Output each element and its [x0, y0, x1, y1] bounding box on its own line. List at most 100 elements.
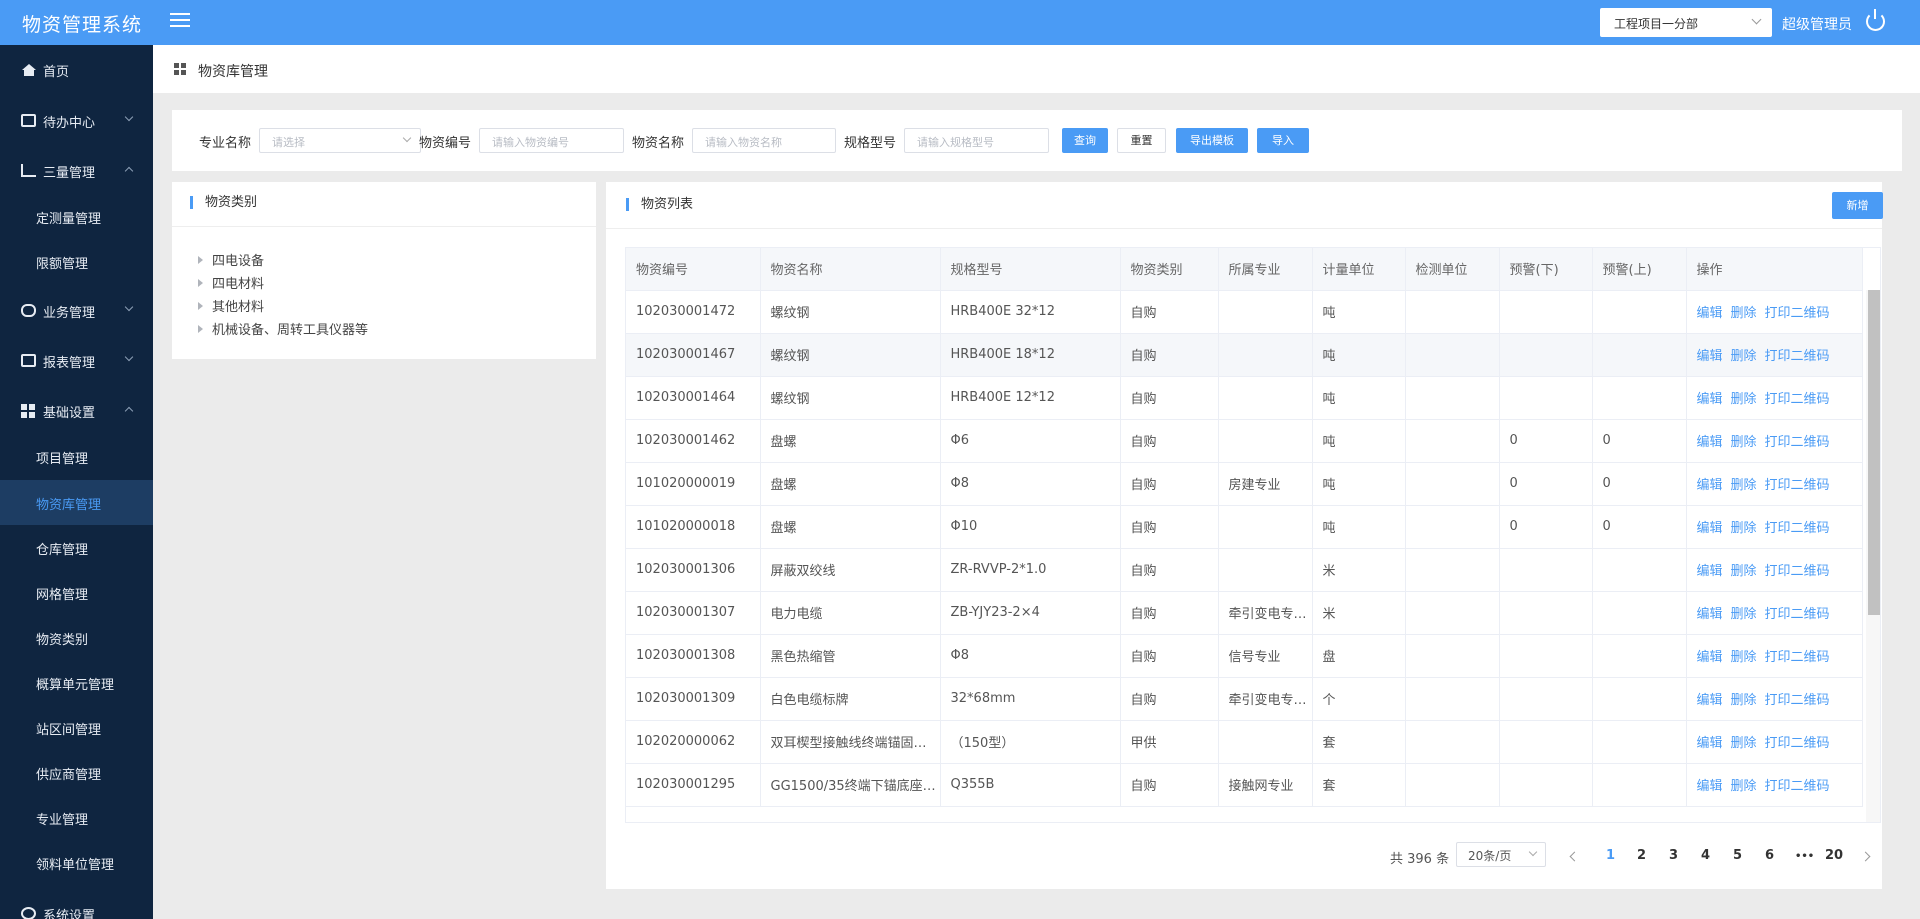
tree-item[interactable]: 其他材料 — [198, 296, 264, 315]
name-input[interactable]: 请输入物资名称 — [692, 128, 836, 153]
print-qr-link[interactable]: 打印二维码 — [1765, 650, 1830, 665]
prev-page-icon[interactable] — [1569, 851, 1580, 862]
menu-toggle-icon[interactable] — [170, 13, 190, 31]
page-button[interactable]: 2 — [1637, 848, 1646, 863]
table-scrollbar[interactable] — [1866, 290, 1880, 822]
table-row[interactable]: 102030001309 白色电缆标牌 32*68mm 自购 牵引变电专… 个 编辑 删除 打印… — [626, 677, 1863, 721]
edit-link[interactable]: 编辑 — [1697, 650, 1723, 665]
delete-link[interactable]: 删除 — [1731, 607, 1757, 622]
sidebar-item-business[interactable]: 业务管理 — [0, 288, 153, 333]
table-row[interactable]: 102030001295 GG1500/35终端下锚底座(… Q355B 自购 接触网专… — [626, 763, 1863, 807]
table-row[interactable]: 102030001472 螺纹钢 HRB400E 32*12 自购 吨 编辑 删除 打印二维码 — [626, 290, 1863, 334]
print-qr-link[interactable]: 打印二维码 — [1765, 349, 1830, 364]
delete-link[interactable]: 删除 — [1731, 650, 1757, 665]
sidebar-item-category[interactable]: 物资类别 — [0, 615, 153, 660]
tree-item[interactable]: 四电设备 — [198, 250, 264, 269]
sidebar-item-report[interactable]: 报表管理 — [0, 338, 153, 383]
print-qr-link[interactable]: 打印二维码 — [1765, 392, 1830, 407]
edit-link[interactable]: 编辑 — [1697, 306, 1723, 321]
sidebar-item-quota[interactable]: 限额管理 — [0, 239, 153, 284]
query-button[interactable]: 查询 — [1062, 128, 1108, 153]
edit-link[interactable]: 编辑 — [1697, 521, 1723, 536]
print-qr-link[interactable]: 打印二维码 — [1765, 521, 1830, 536]
print-qr-link[interactable]: 打印二维码 — [1765, 478, 1830, 493]
tree-item[interactable]: 机械设备、周转工具仪器等 — [198, 319, 368, 338]
specialty-select[interactable]: 请选择 — [259, 128, 421, 153]
sidebar-item-project[interactable]: 项目管理 — [0, 434, 153, 479]
delete-link[interactable]: 删除 — [1731, 736, 1757, 751]
table-row[interactable]: 102030001308 黑色热缩管 Φ8 自购 信号专业盘 编辑 删除 打印二维码 — [626, 634, 1863, 678]
page-size-select[interactable]: 20条/页 — [1456, 842, 1546, 867]
print-qr-link[interactable]: 打印二维码 — [1765, 693, 1830, 708]
user-name[interactable]: 超级管理员 — [1782, 14, 1852, 34]
delete-link[interactable]: 删除 — [1731, 779, 1757, 794]
table-row[interactable]: 102020000062 双耳楔型接触线终端锚固… （150型） 甲供 套 编辑 删除 打印二… — [626, 720, 1863, 764]
edit-link[interactable]: 编辑 — [1697, 349, 1723, 364]
table-row[interactable]: 102030001307 电力电缆 ZB-YJY23-2×4 自购 牵引变电专… 米 编辑删… — [626, 591, 1863, 635]
page-button[interactable]: 3 — [1669, 848, 1678, 863]
table-row[interactable]: 102030001462 盘螺 Φ6 自购吨 0 0 编辑 删除 打印二维码 — [626, 419, 1863, 463]
print-qr-link[interactable]: 打印二维码 — [1765, 607, 1830, 622]
edit-link[interactable]: 编辑 — [1697, 392, 1723, 407]
page-button[interactable]: 1 — [1606, 848, 1615, 863]
edit-link[interactable]: 编辑 — [1697, 607, 1723, 622]
more-pages-icon[interactable]: ••• — [1795, 851, 1814, 862]
sidebar-item-grid[interactable]: 网格管理 — [0, 570, 153, 615]
edit-link[interactable]: 编辑 — [1697, 779, 1723, 794]
next-page-icon[interactable] — [1860, 851, 1871, 862]
import-button[interactable]: 导入 — [1257, 128, 1309, 153]
print-qr-link[interactable]: 打印二维码 — [1765, 736, 1830, 751]
delete-link[interactable]: 删除 — [1731, 564, 1757, 579]
delete-link[interactable]: 删除 — [1731, 349, 1757, 364]
sidebar-item-warehouse[interactable]: 仓库管理 — [0, 525, 153, 570]
sidebar-item-survey[interactable]: 定测量管理 — [0, 194, 153, 239]
table-row[interactable]: 102030001306 屏蔽双绞线 ZR-RVVP-2*1.0 自购 米 编辑 删除 打印二… — [626, 548, 1863, 592]
delete-link[interactable]: 删除 — [1731, 306, 1757, 321]
add-button[interactable]: 新增 — [1832, 192, 1883, 219]
spec-input[interactable]: 请输入规格型号 — [904, 128, 1049, 153]
sidebar-item-home[interactable]: 首页 — [0, 47, 153, 92]
print-qr-link[interactable]: 打印二维码 — [1765, 435, 1830, 450]
sidebar-item-system[interactable]: 系统设置 — [0, 891, 153, 919]
reset-button[interactable]: 重置 — [1117, 128, 1166, 153]
tree-item[interactable]: 四电材料 — [198, 273, 264, 292]
row-actions: 编辑 删除 打印二维码 — [1686, 419, 1863, 463]
delete-link[interactable]: 删除 — [1731, 521, 1757, 536]
table-cell: 米 — [1312, 591, 1406, 635]
sidebar-item-material-lib[interactable]: 物资库管理 — [0, 480, 153, 525]
edit-link[interactable]: 编辑 — [1697, 564, 1723, 579]
table-row[interactable]: 102030001464 螺纹钢 HRB400E 12*12 自购 吨 编辑 删除 打印二维码 — [626, 376, 1863, 420]
table-row[interactable]: 102030001467 螺纹钢 HRB400E 18*12 自购 吨 编辑 删除 打印二维码 — [626, 333, 1863, 377]
edit-link[interactable]: 编辑 — [1697, 435, 1723, 450]
delete-link[interactable]: 删除 — [1731, 392, 1757, 407]
sidebar-item-estimate[interactable]: 概算单元管理 — [0, 660, 153, 705]
sidebar-item-quantity[interactable]: 三量管理 — [0, 148, 153, 193]
page-button[interactable]: 4 — [1701, 848, 1710, 863]
page-button[interactable]: 20 — [1825, 848, 1843, 863]
project-select[interactable]: 工程项目一分部 — [1600, 8, 1772, 37]
table-row[interactable]: 101020000018 盘螺 Φ10 自购吨 0 0 编辑 删除 打印二维码 — [626, 505, 1863, 549]
sidebar-item-basic[interactable]: 基础设置 — [0, 388, 153, 433]
code-input[interactable]: 请输入物资编号 — [479, 128, 624, 153]
delete-link[interactable]: 删除 — [1731, 435, 1757, 450]
edit-link[interactable]: 编辑 — [1697, 736, 1723, 751]
sidebar-item-todo[interactable]: 待办中心 — [0, 98, 153, 143]
scrollbar-thumb[interactable] — [1868, 290, 1880, 615]
sidebar-item-specialty[interactable]: 专业管理 — [0, 795, 153, 840]
table-row[interactable]: 101020000019 盘螺 Φ8 自购 房建专业吨 0 0 编辑 删除 打印二维码 — [626, 462, 1863, 506]
page-button[interactable]: 6 — [1765, 848, 1774, 863]
power-icon[interactable] — [1866, 9, 1885, 31]
page-button[interactable]: 5 — [1733, 848, 1742, 863]
export-template-button[interactable]: 导出模板 — [1176, 128, 1248, 153]
sidebar-item-station[interactable]: 站区间管理 — [0, 705, 153, 750]
sidebar-item-supplier[interactable]: 供应商管理 — [0, 750, 153, 795]
edit-link[interactable]: 编辑 — [1697, 693, 1723, 708]
sidebar-item-receiver[interactable]: 领料单位管理 — [0, 840, 153, 885]
delete-link[interactable]: 删除 — [1731, 478, 1757, 493]
delete-link[interactable]: 删除 — [1731, 693, 1757, 708]
print-qr-link[interactable]: 打印二维码 — [1765, 306, 1830, 321]
print-qr-link[interactable]: 打印二维码 — [1765, 779, 1830, 794]
edit-link[interactable]: 编辑 — [1697, 478, 1723, 493]
category-card: 物资类别 四电设备 四电材料 其他材料 机械设备、周转工具仪器等 — [172, 182, 596, 359]
print-qr-link[interactable]: 打印二维码 — [1765, 564, 1830, 579]
